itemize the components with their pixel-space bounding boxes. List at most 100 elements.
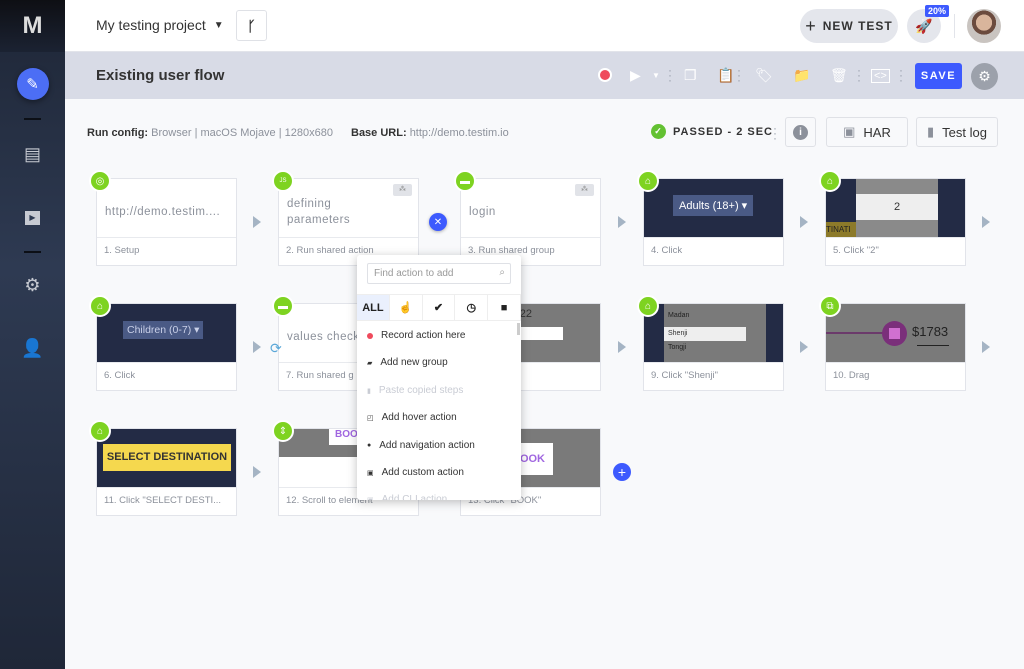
test-log-button[interactable]: ▮ Test log: [916, 117, 998, 147]
paste-icon: ▮: [367, 387, 371, 395]
chevron-down-icon: ▼: [213, 19, 224, 31]
menu-item-record[interactable]: Record action here: [367, 330, 466, 341]
project-name: My testing project: [96, 17, 206, 33]
menu-item-new-group[interactable]: ▰ Add new group: [367, 357, 448, 368]
menu-item-hover[interactable]: ◰ Add hover action: [367, 412, 457, 423]
mouse-icon: ⌂: [819, 170, 841, 192]
sidebar-item-account[interactable]: 👤: [0, 337, 65, 359]
close-add-menu-button[interactable]: ✕: [429, 213, 447, 231]
action-filter-tabs: ALL ☝ ✔ ◷ ■: [357, 294, 521, 321]
menu-item-navigation[interactable]: ● Add navigation action: [367, 440, 475, 451]
find-action-input[interactable]: Find action to add ⌕: [367, 263, 511, 284]
run-config: Run config: Browser | macOS Mojave | 128…: [87, 127, 333, 139]
sidebar: M ✎ ▤ ▶ ⚙ 👤: [0, 0, 65, 669]
sidebar-item-settings[interactable]: ⚙: [0, 274, 65, 296]
tab-validations[interactable]: ✔: [423, 295, 456, 320]
loop-icon[interactable]: ⟳: [270, 340, 282, 357]
hover-icon: ◰: [367, 414, 374, 422]
scrollbar[interactable]: [517, 323, 520, 335]
separator-dots: · · ·: [668, 63, 672, 87]
step-label: 4. Click: [651, 245, 683, 256]
screenshot-text: Adults (18+) ▾: [673, 195, 754, 216]
arrow-icon: [982, 341, 990, 353]
menu-item-paste[interactable]: ▮ Paste copied steps: [367, 385, 463, 396]
tab-groups[interactable]: ■: [488, 295, 521, 320]
logo[interactable]: M: [0, 0, 65, 52]
branch-button[interactable]: ᚴ: [236, 10, 267, 41]
mouse-icon: ⌂: [89, 420, 111, 442]
add-folder-icon[interactable]: 📁: [793, 67, 810, 84]
custom-icon: ▣: [367, 469, 374, 477]
trash-icon[interactable]: 🗑: [830, 67, 848, 84]
step-card[interactable]: Shenji Madan Tongji 9. Click "Shenji": [643, 303, 784, 391]
pencil-icon: ✎: [16, 68, 49, 100]
base-url: Base URL: http://demo.testim.io: [351, 127, 509, 139]
drag-icon: ⧉: [819, 295, 841, 317]
step-card[interactable]: Children (0-7) ▾ 6. Click: [96, 303, 237, 391]
step-card[interactable]: http://demo.testim.... 1. Setup: [96, 178, 237, 266]
mouse-icon: ⌂: [637, 295, 659, 317]
arrow-icon: [253, 466, 261, 478]
more-options-icon[interactable]: · · ·: [773, 122, 777, 144]
separator-dots: · · ·: [899, 63, 903, 87]
mouse-icon: ⌂: [637, 170, 659, 192]
shared-icon: ⁂: [575, 184, 594, 196]
step-card[interactable]: ⁂ login 3. Run shared group: [460, 178, 601, 266]
har-button[interactable]: ▣ HAR: [826, 117, 908, 147]
test-settings-button[interactable]: ⚙: [971, 63, 998, 90]
arrow-icon: [618, 216, 626, 228]
menu-item-custom[interactable]: ▣ Add custom action: [367, 467, 464, 478]
archive-icon: ▣: [843, 124, 856, 139]
add-step-button[interactable]: +: [613, 463, 631, 481]
save-button[interactable]: SAVE: [915, 63, 962, 89]
new-test-button[interactable]: + NEW TEST: [800, 9, 898, 43]
promo-badge: 20%: [925, 5, 950, 17]
tab-actions[interactable]: ☝: [390, 295, 423, 320]
tab-all[interactable]: ALL: [357, 295, 390, 320]
step-label: 5. Click "2": [833, 245, 879, 256]
step-card[interactable]: 2 TINATI 5. Click "2": [825, 178, 966, 266]
run-config-label: Run config:: [87, 127, 149, 139]
navigation-icon: ●: [367, 442, 372, 449]
menu-item-cli[interactable]: ▣ Add CLI action: [367, 494, 447, 500]
record-icon[interactable]: [598, 68, 612, 82]
check-icon: ✓: [651, 124, 666, 139]
tab-waits[interactable]: ◷: [455, 295, 489, 320]
step-card[interactable]: $1783 10. Drag: [825, 303, 966, 391]
test-toolbar: Existing user flow ▶ ▼ · · · ❐ 📋 · · · 🏷 📁 🗑…: [65, 52, 1024, 99]
har-label: HAR: [863, 124, 891, 140]
js-icon: JS: [272, 170, 294, 192]
tag-icon[interactable]: 🏷: [755, 67, 773, 84]
play-icon: ▶: [25, 211, 40, 225]
step-card[interactable]: Adults (18+) ▾ 4. Click: [643, 178, 784, 266]
paste-icon[interactable]: 📋: [717, 67, 734, 84]
folder-icon: ■: [500, 301, 508, 314]
topbar: My testing project ▼ ᚴ + NEW TEST 🚀 20%: [65, 0, 1024, 52]
step-text: http://demo.testim....: [105, 206, 221, 218]
chrome-icon: ◎: [89, 170, 111, 192]
sidebar-item-test-list[interactable]: ▤: [0, 143, 65, 165]
step-label: 9. Click "Shenji": [651, 370, 718, 381]
sidebar-item-editor[interactable]: ✎: [0, 68, 65, 100]
new-test-label: NEW TEST: [822, 19, 893, 33]
play-icon[interactable]: ▶: [630, 67, 641, 84]
plus-icon: +: [805, 15, 817, 36]
sidebar-item-runs[interactable]: ▶: [0, 207, 65, 229]
step-text: defining parameters: [287, 198, 351, 226]
step-card[interactable]: ⁂ defining parameters 2. Run shared actio…: [278, 178, 419, 266]
folder-icon: ▬: [272, 295, 294, 317]
screenshot-text: SELECT DESTINATION: [103, 444, 231, 471]
step-card[interactable]: SELECT DESTINATION 11. Click "SELECT DES…: [96, 428, 237, 516]
screenshot-text: Shenji: [664, 327, 746, 341]
avatar[interactable]: [967, 9, 1001, 43]
shared-icon: ⁂: [393, 184, 412, 196]
page-title: Existing user flow: [96, 67, 225, 84]
code-icon[interactable]: <>: [871, 69, 890, 83]
copy-icon[interactable]: ❐: [684, 67, 697, 84]
search-icon: ⌕: [499, 267, 505, 278]
info-button[interactable]: i: [785, 117, 816, 147]
project-selector[interactable]: My testing project ▼: [96, 17, 224, 33]
step-text: values check: [287, 331, 360, 343]
add-action-menu: Find action to add ⌕ ALL ☝ ✔ ◷ ■ Record a…: [357, 255, 521, 500]
play-options-icon[interactable]: ▼: [652, 71, 660, 80]
